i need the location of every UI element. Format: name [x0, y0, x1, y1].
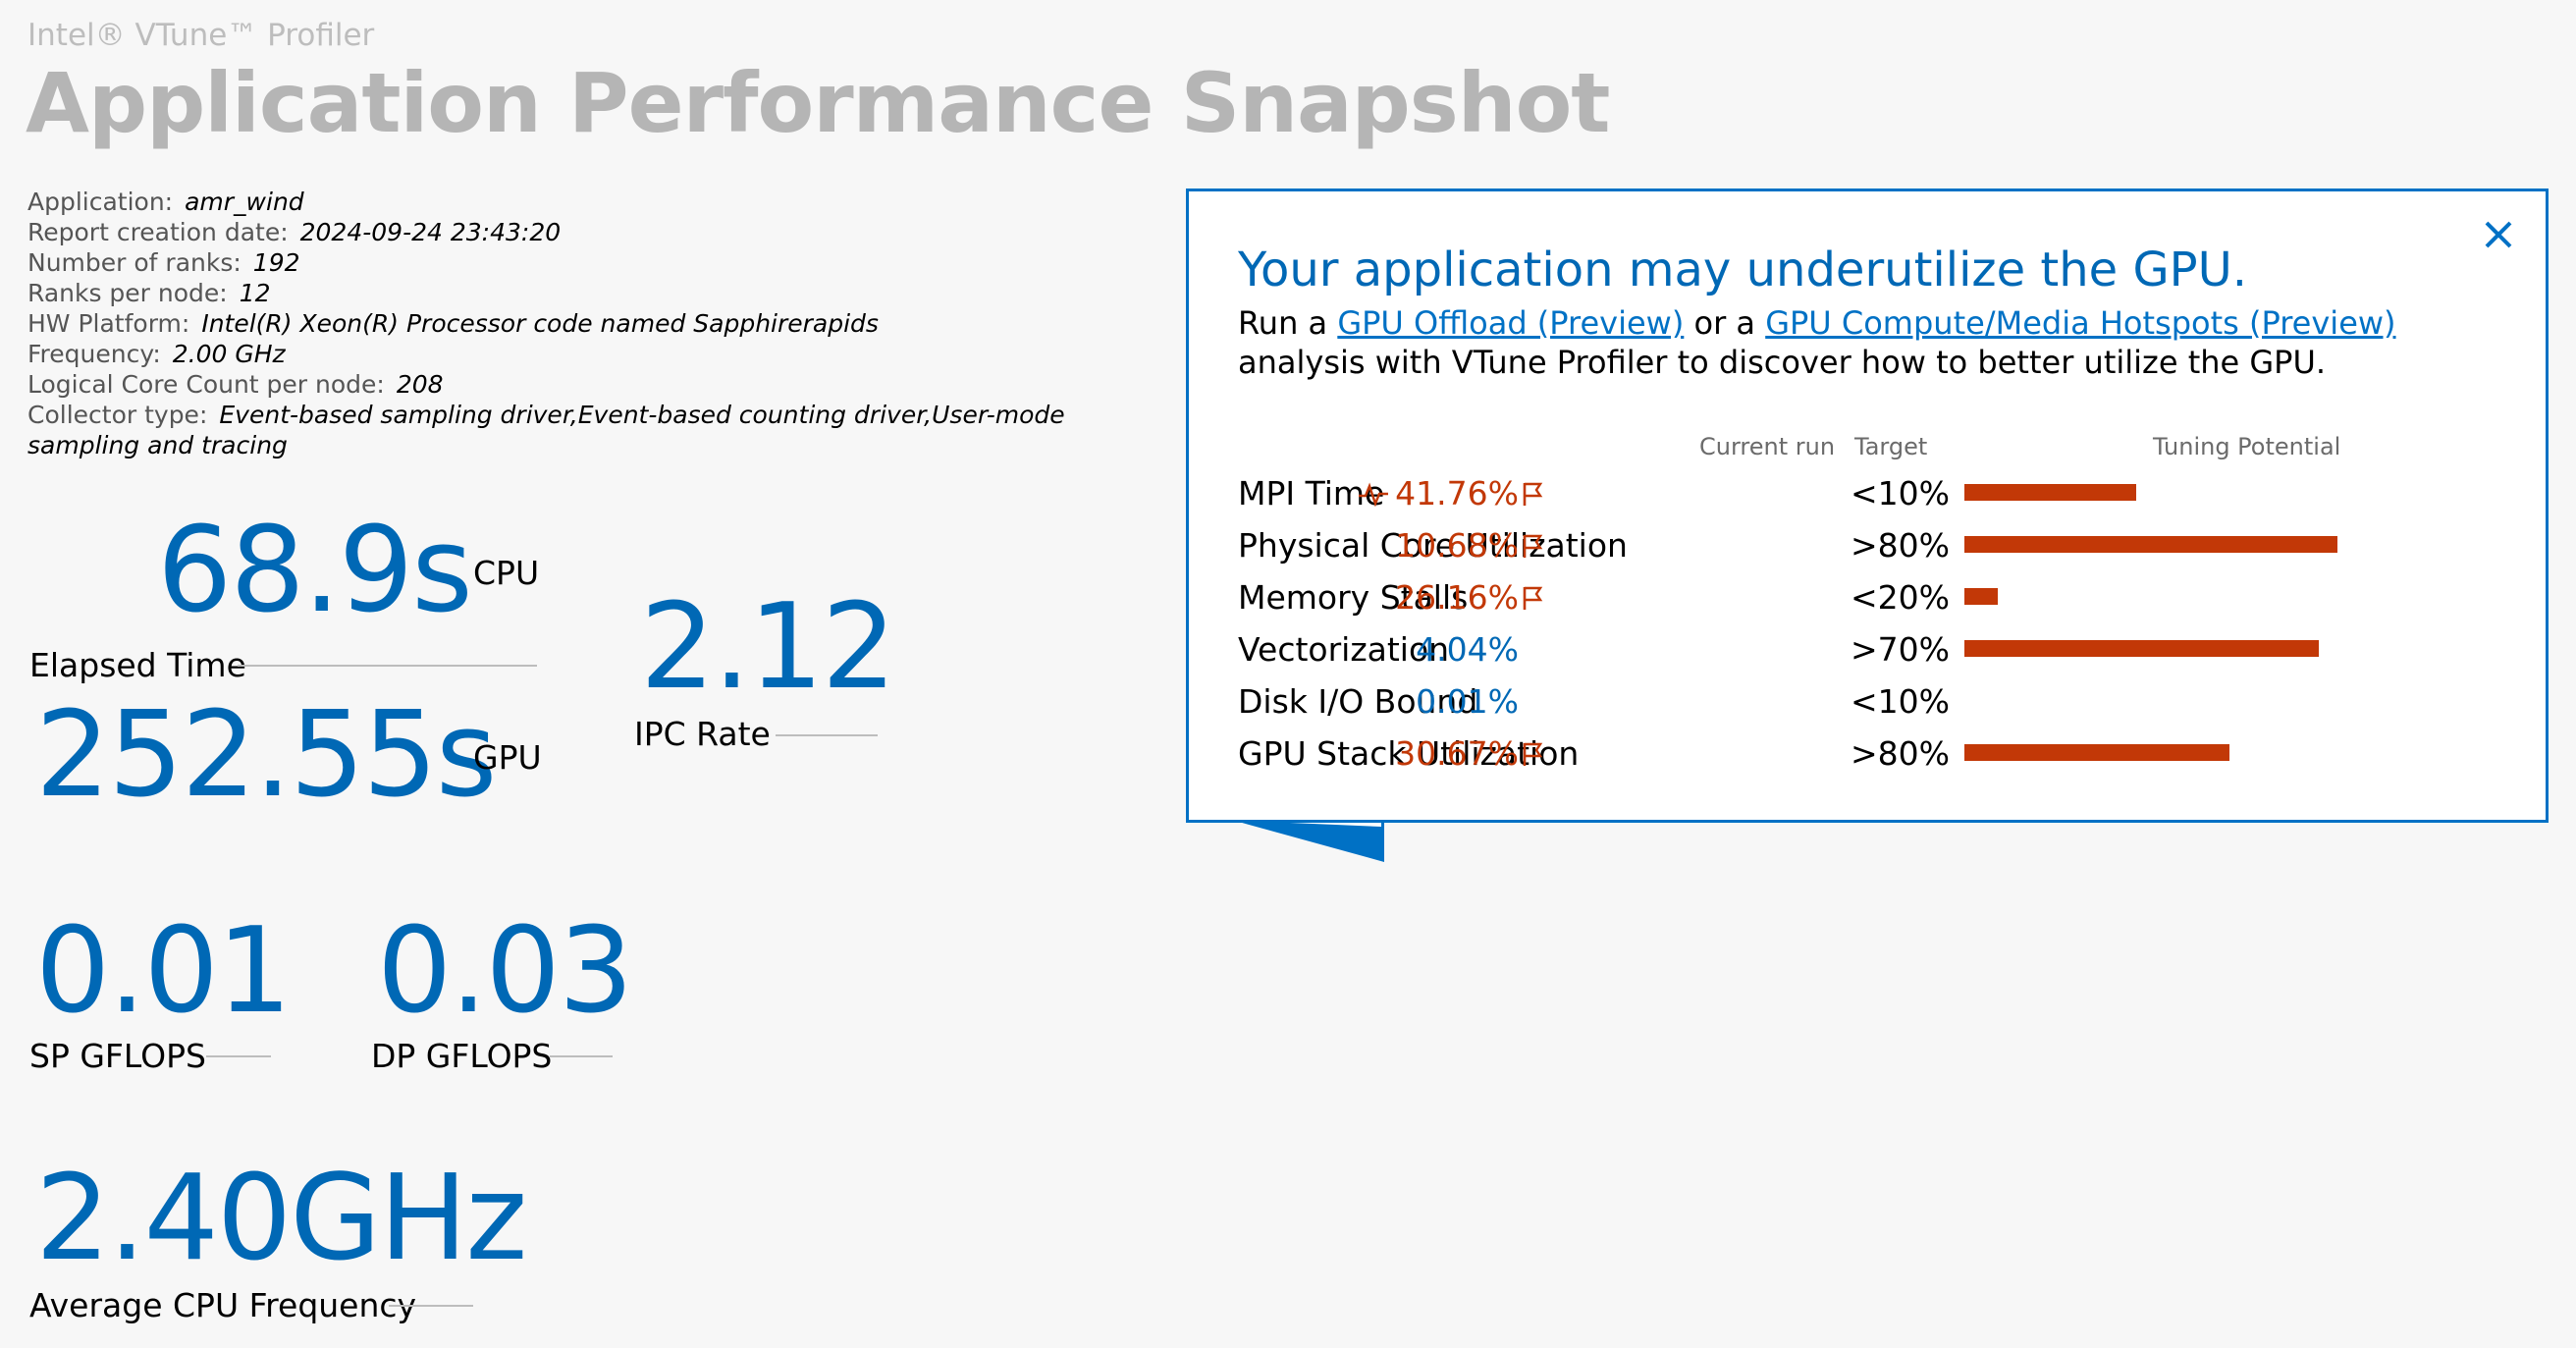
panel-description: Run a GPU Offload (Preview) or a GPU Com…: [1238, 304, 2396, 381]
info-hw-platform: HW Platform: Intel(R) Xeon(R) Processor c…: [27, 309, 879, 338]
table-row: Disk I/O Bound 0.01% <10%: [1238, 676, 2514, 728]
column-header-target: Target: [1854, 433, 1928, 460]
current-run-value: 30.67%: [1395, 734, 1544, 773]
info-ranks: Number of ranks: 192: [27, 248, 300, 277]
current-run-value: 10.68%: [1395, 526, 1544, 565]
callout-pointer: [1235, 821, 1384, 862]
table-row: Physical Core Utilization 10.68% >80%: [1238, 520, 2514, 571]
dp-gflops-value: 0.03: [377, 903, 633, 1040]
gpu-hotspots-link[interactable]: GPU Compute/Media Hotspots (Preview): [1765, 304, 2395, 342]
current-run-value: 4.04%: [1416, 630, 1519, 669]
gpu-unit-label: GPU: [473, 738, 542, 777]
sp-gflops-value: 0.01: [35, 903, 292, 1040]
target-value: >80%: [1851, 734, 1950, 773]
target-value: <10%: [1851, 474, 1950, 512]
avg-cpu-frequency-label: Average CPU Frequency: [29, 1286, 417, 1324]
sp-gflops-label: SP GFLOPS: [29, 1037, 206, 1075]
ipc-label: IPC Rate: [634, 715, 771, 753]
gpu-recommendation-panel: Your application may underutilize the GP…: [1186, 189, 2549, 823]
gpu-offload-link[interactable]: GPU Offload (Preview): [1337, 304, 1684, 342]
dp-divider: [550, 1055, 613, 1057]
target-value: <20%: [1851, 578, 1950, 617]
info-frequency: Frequency: 2.00 GHz: [27, 340, 286, 368]
table-row: Vectorization 4.04% >70%: [1238, 624, 2514, 675]
panel-title: Your application may underutilize the GP…: [1238, 243, 2247, 297]
current-run-value: 41.76%: [1358, 474, 1544, 512]
tuning-potential-bar: [1964, 640, 2319, 657]
trend-icon: [1359, 482, 1389, 507]
tuning-potential-bar: [1964, 484, 2136, 501]
target-value: >70%: [1851, 630, 1950, 669]
ipc-divider: [776, 734, 878, 736]
target-value: >80%: [1851, 526, 1950, 565]
ipc-value: 2.12: [640, 579, 896, 716]
info-core-count: Logical Core Count per node: 208: [27, 370, 444, 399]
current-run-value: 0.01%: [1416, 682, 1519, 721]
gpu-elapsed-value: 252.55s: [35, 687, 497, 824]
avg-cpu-frequency-value: 2.40GHz: [35, 1151, 527, 1287]
current-run-value: 26.16%: [1395, 578, 1544, 617]
tuning-potential-bar: [1964, 588, 1998, 605]
elapsed-time-label: Elapsed Time: [29, 646, 246, 684]
flag-icon: [1523, 586, 1543, 610]
close-icon[interactable]: [2481, 217, 2516, 252]
tuning-potential-bar: [1964, 536, 2337, 553]
brand-label: Intel® VTune™ Profiler: [27, 18, 375, 53]
flag-icon: [1523, 534, 1543, 558]
dp-gflops-label: DP GFLOPS: [371, 1037, 553, 1075]
page-title: Application Performance Snapshot: [26, 55, 1610, 151]
report-info: Application: amr_wind Report creation dat…: [27, 187, 1137, 460]
table-row: GPU Stack Utilization 30.67% >80%: [1238, 728, 2514, 780]
column-header-tuning: Tuning Potential: [2153, 433, 2341, 460]
info-ranks-per-node: Ranks per node: 12: [27, 279, 271, 307]
sp-divider: [206, 1055, 271, 1057]
info-report-date: Report creation date: 2024-09-24 23:43:20: [27, 218, 562, 246]
flag-icon: [1523, 742, 1543, 766]
column-header-current: Current run: [1699, 433, 1836, 460]
info-collector-type: Collector type: Event-based sampling driv…: [27, 401, 1065, 459]
target-value: <10%: [1851, 682, 1950, 721]
tuning-potential-bar: [1964, 744, 2229, 761]
frequency-divider: [389, 1305, 473, 1307]
flag-icon: [1523, 482, 1543, 506]
cpu-elapsed-value: 68.9s: [157, 503, 473, 639]
elapsed-divider: [238, 665, 537, 667]
info-application: Application: amr_wind: [27, 188, 304, 216]
cpu-unit-label: CPU: [473, 554, 540, 592]
table-row: Memory Stalls 26.16% <20%: [1238, 572, 2514, 623]
table-row: MPI Time 41.76% <10%: [1238, 468, 2514, 519]
